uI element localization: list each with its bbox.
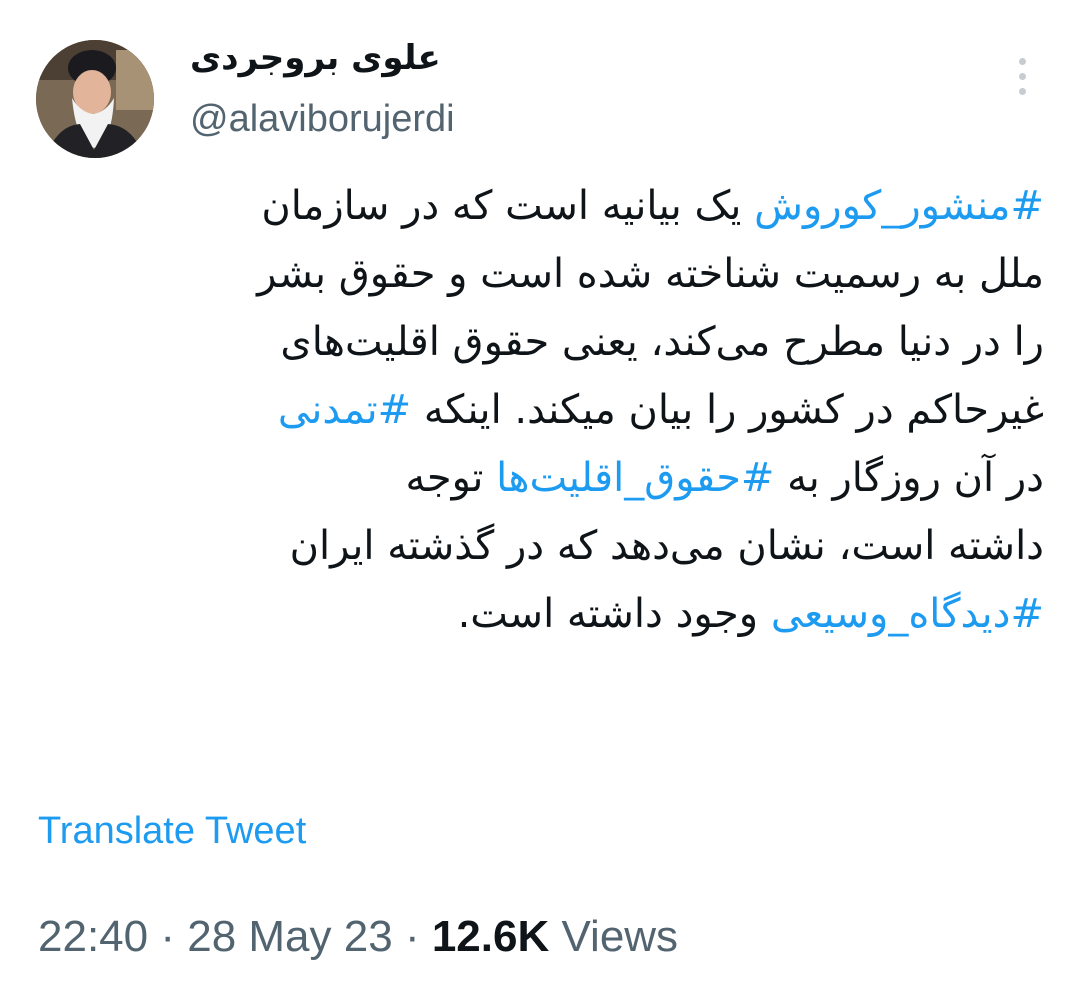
hashtag-link[interactable]: #تمدنی <box>278 387 411 433</box>
tweet-text-segment: در آن روزگار به <box>774 455 1044 501</box>
meta-separator: · <box>160 912 188 961</box>
tweet-text: #منشور_کوروش یک بیانیه است که در سازمان م… <box>36 172 1044 648</box>
views-label: Views <box>561 912 679 961</box>
more-dot <box>1018 73 1026 80</box>
tweet-text-segment: یک بیانیه است که در سازمان <box>261 183 755 229</box>
translate-tweet-link[interactable]: Translate Tweet <box>38 810 306 853</box>
tweet-text-line: غیرحاکم در کشور را بیان میکند. اینکه #تم… <box>36 376 1044 444</box>
tweet-text-segment: داشته است، نشان می‌دهد که در گذشته ایران <box>289 523 1044 569</box>
tweet-text-segment: توجه <box>405 455 497 501</box>
meta-separator: · <box>404 912 432 961</box>
more-options-button[interactable] <box>1002 58 1042 108</box>
tweet-text-segment: ملل به رسمیت شناخته شده است و حقوق بشر <box>257 251 1044 297</box>
more-dot <box>1018 88 1026 95</box>
author-avatar[interactable] <box>36 40 154 158</box>
tweet-text-line: را در دنیا مطرح می‌کند، یعنی حقوق اقلیت‌… <box>36 308 1044 376</box>
tweet-text-segment: وجود داشته است. <box>457 591 771 637</box>
tweet-text-segment: غیرحاکم در کشور را بیان میکند. اینکه <box>411 387 1044 433</box>
tweet-text-line: داشته است، نشان می‌دهد که در گذشته ایران <box>36 512 1044 580</box>
tweet-time[interactable]: 22:40 <box>38 912 148 961</box>
hashtag-link[interactable]: #حقوق_اقلیت‌ها <box>496 455 774 501</box>
hashtag-link[interactable]: #منشور_کوروش <box>754 183 1044 229</box>
tweet-text-line: در آن روزگار به #حقوق_اقلیت‌ها توجه <box>36 444 1044 512</box>
hashtag-link[interactable]: #دیدگاه_وسیعی <box>771 591 1044 637</box>
tweet-text-line: #منشور_کوروش یک بیانیه است که در سازمان <box>36 172 1044 240</box>
tweet-date[interactable]: 28 May 23 <box>187 912 392 961</box>
tweet-metadata: 22:40 · 28 May 23 · 12.6K Views <box>38 912 678 962</box>
author-handle[interactable]: @alaviborujerdi <box>190 98 455 141</box>
views-count: 12.6K <box>431 912 550 961</box>
tweet-text-line: ملل به رسمیت شناخته شده است و حقوق بشر <box>36 240 1044 308</box>
more-vertical-icon <box>1018 58 1026 65</box>
tweet-text-line: #دیدگاه_وسیعی وجود داشته است. <box>36 580 1044 648</box>
author-display-name[interactable]: علوی بروجردی <box>190 38 441 78</box>
tweet-text-segment: را در دنیا مطرح می‌کند، یعنی حقوق اقلیت‌… <box>280 319 1044 365</box>
